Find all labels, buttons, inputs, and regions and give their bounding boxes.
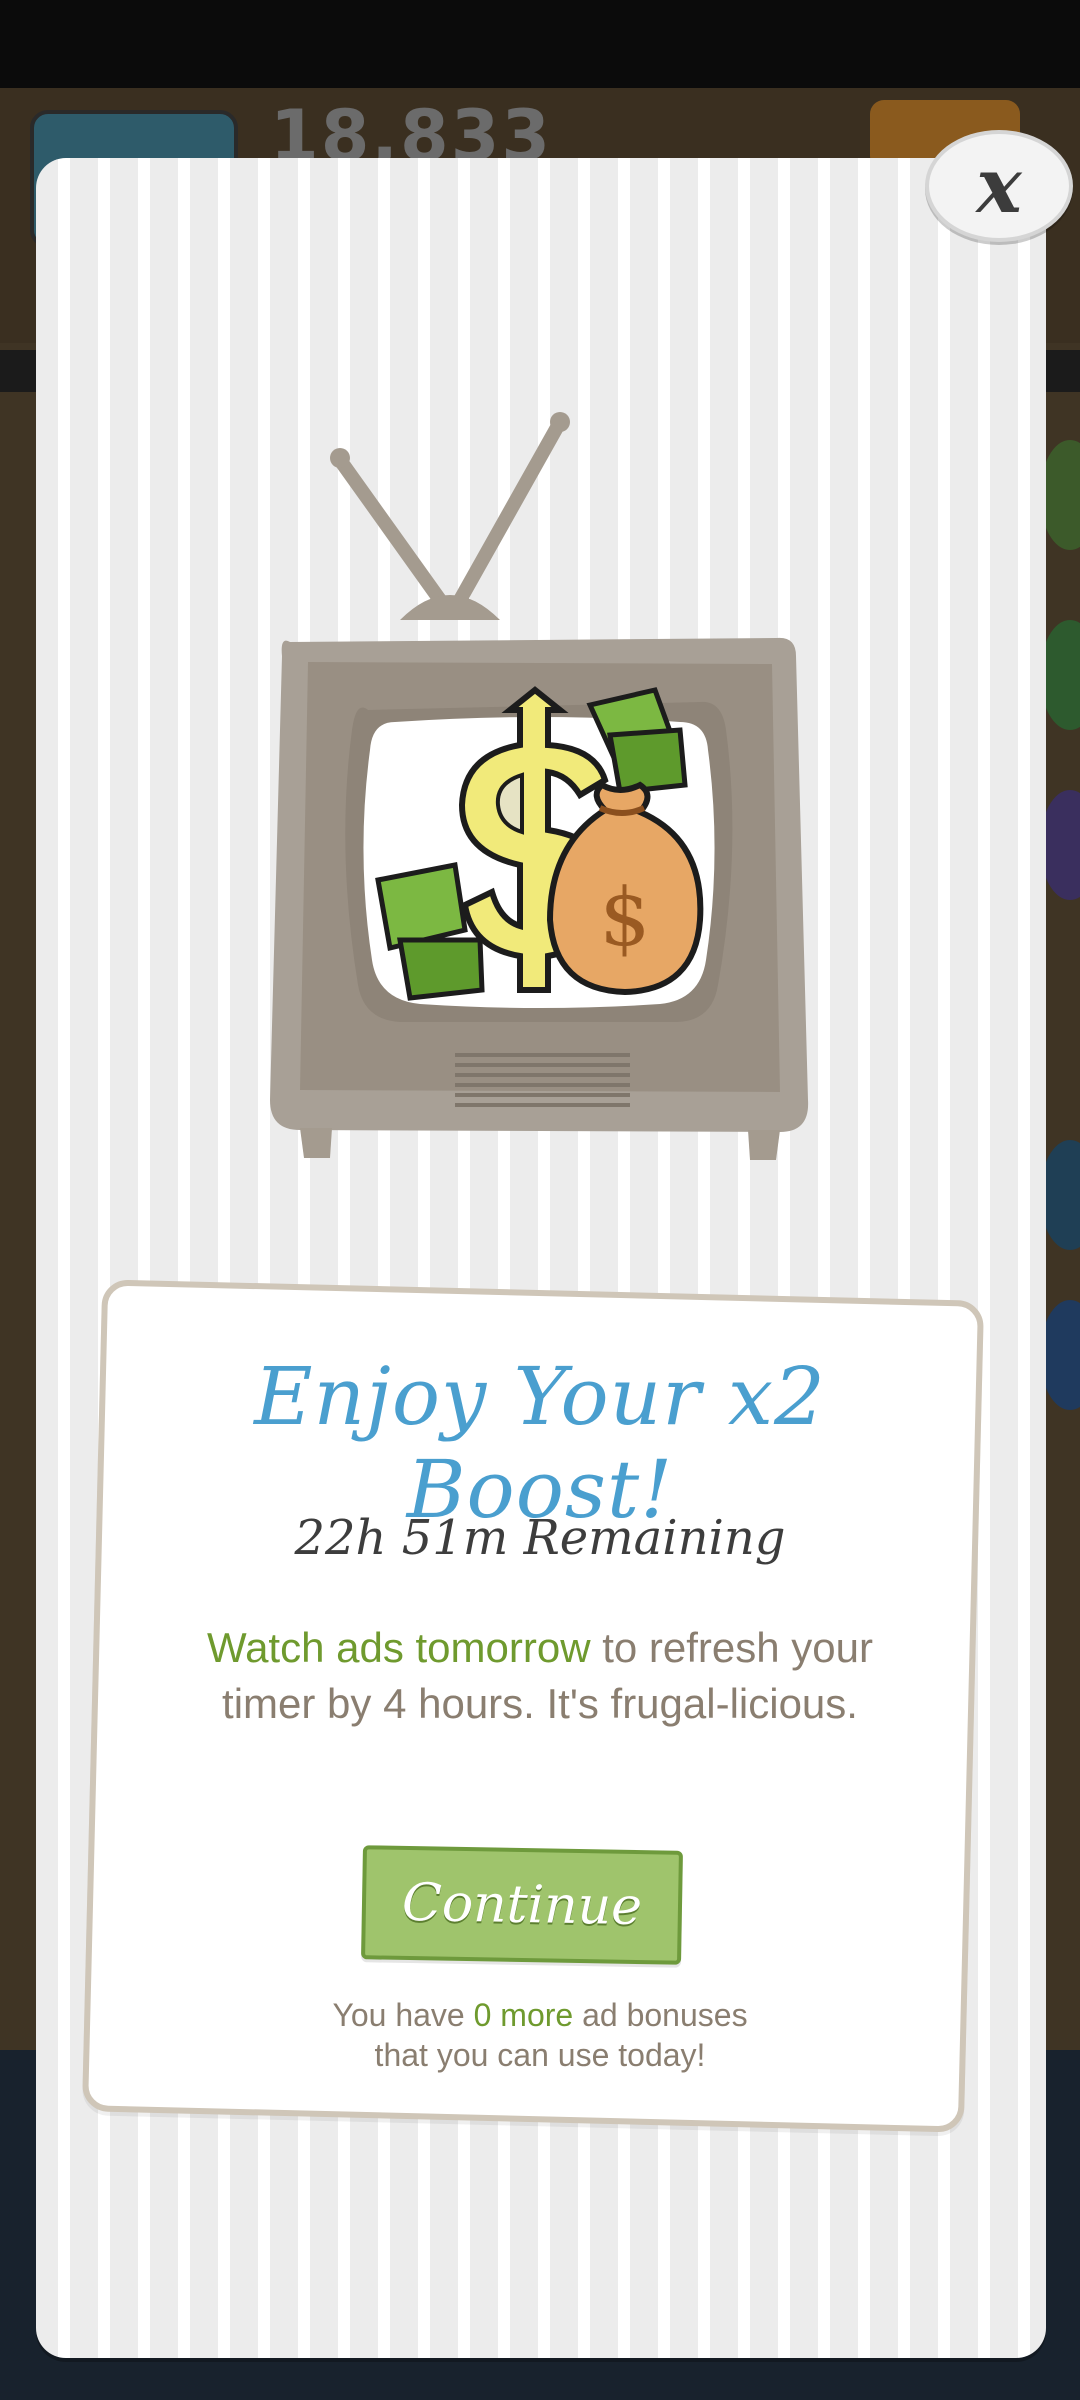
close-icon: x — [976, 141, 1022, 230]
ad-bonus-info: You have 0 more ad bonuses that you can … — [250, 1995, 830, 2075]
bonus-text-post: ad bonuses — [573, 1997, 748, 2033]
continue-label: Continue — [401, 1872, 643, 1938]
description-text-2: timer by 4 hours. It's frugal-licious. — [222, 1680, 858, 1727]
boost-description: Watch ads tomorrow to refresh your timer… — [160, 1620, 920, 1732]
game-screen: 18,833 $ x Enjoy Your x2 Boost! 22h 51m … — [0, 0, 1080, 2400]
tv-icon: $ — [270, 412, 809, 1160]
time-remaining: 22h 51m Remaining — [294, 1510, 786, 1566]
watch-ads-highlight: Watch ads tomorrow — [206, 1624, 591, 1671]
svg-text:$: $ — [600, 871, 651, 964]
bonus-text-line2: that you can use today! — [374, 2037, 706, 2073]
boost-title: Enjoy Your x2 Boost! — [254, 1350, 826, 1536]
description-text: to refresh your — [590, 1624, 874, 1671]
continue-button[interactable]: Continue — [361, 1845, 683, 1965]
close-button[interactable]: x — [925, 130, 1073, 242]
bonus-count: 0 more — [473, 1997, 574, 2033]
bonus-text-pre: You have — [332, 1997, 474, 2033]
